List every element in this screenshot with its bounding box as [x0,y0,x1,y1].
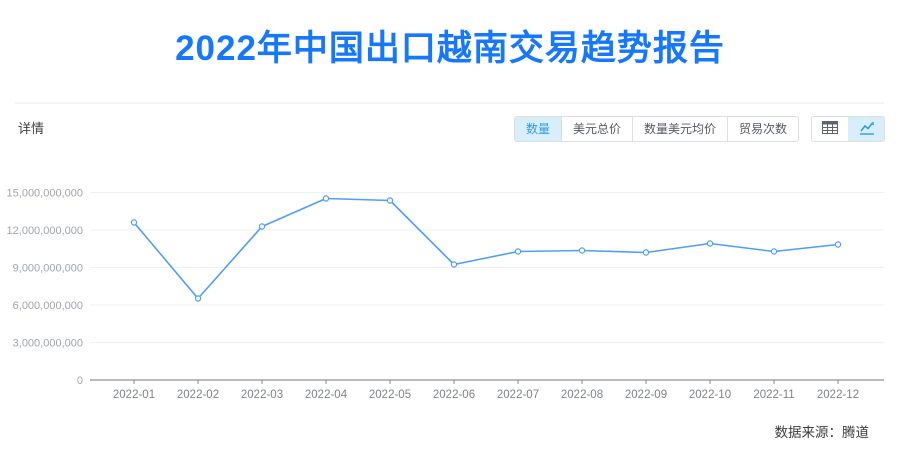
x-axis-label: 2022-08 [561,389,603,401]
x-axis-label: 2022-04 [305,389,348,401]
trend-chart-area: 0 3,000,000,000 6,000,000,000 9,000,000,000… [0,155,900,415]
page-title: 2022年中国出口越南交易趋势报告 [175,29,725,68]
y-axis-label: 12,000,000,000 [7,225,83,237]
y-axis-label: 3,000,000,000 [13,338,83,350]
x-axis-label: 2022-05 [369,389,411,401]
data-point [514,248,522,255]
x-axis-label: 2022-09 [625,389,667,401]
report-page: 2022年中国出口越南交易趋势报告 详情 数量 美元总价 数量美元均价 贸易次数 [0,0,900,462]
y-axis-label: 6,000,000,000 [13,300,83,312]
table-icon [822,121,839,137]
divider [15,102,884,104]
metric-tab-group: 数量 美元总价 数量美元均价 贸易次数 [514,116,800,142]
y-axis-label: 0 [77,375,83,387]
x-axis-label: 2022-01 [113,389,155,401]
data-point [194,295,202,302]
chart-view-button[interactable] [848,117,885,141]
x-axis-label: 2022-10 [689,389,731,401]
details-label: 详情 [18,121,45,136]
x-axis-label: 2022-02 [177,389,219,401]
y-axis-label: 9,000,000,000 [13,263,83,275]
table-view-button[interactable] [812,117,849,141]
metric-tab-quantity[interactable]: 数量 [515,117,562,141]
data-point [770,248,778,255]
source-label: 数据来源：腾道 [774,425,870,440]
x-axis-label: 2022-07 [497,389,539,401]
view-toggle-group [811,116,886,142]
data-point [834,241,842,248]
data-point [130,219,138,226]
x-axis-label: 2022-03 [241,389,283,401]
data-point [322,195,330,202]
data-point [706,240,714,247]
y-axis-label: 15,000,000,000 [7,188,83,200]
data-point [258,223,266,230]
data-point [386,197,394,204]
metric-tab-usd-avg[interactable]: 数量美元均价 [632,117,728,141]
data-point [642,249,650,256]
x-axis-label: 2022-06 [433,389,475,401]
data-point [450,261,458,268]
x-axis-label: 2022-11 [753,389,794,401]
data-point [578,247,586,254]
trend-chart: 0 3,000,000,000 6,000,000,000 9,000,000,000… [7,188,884,401]
metric-tab-trade-count[interactable]: 贸易次数 [727,117,799,141]
metric-tab-usd-total[interactable]: 美元总价 [561,117,633,141]
trend-line [133,197,839,300]
line-chart-icon [859,121,875,138]
chart-controls: 数量 美元总价 数量美元均价 贸易次数 [514,116,886,142]
x-axis-label: 2022-12 [817,389,859,401]
